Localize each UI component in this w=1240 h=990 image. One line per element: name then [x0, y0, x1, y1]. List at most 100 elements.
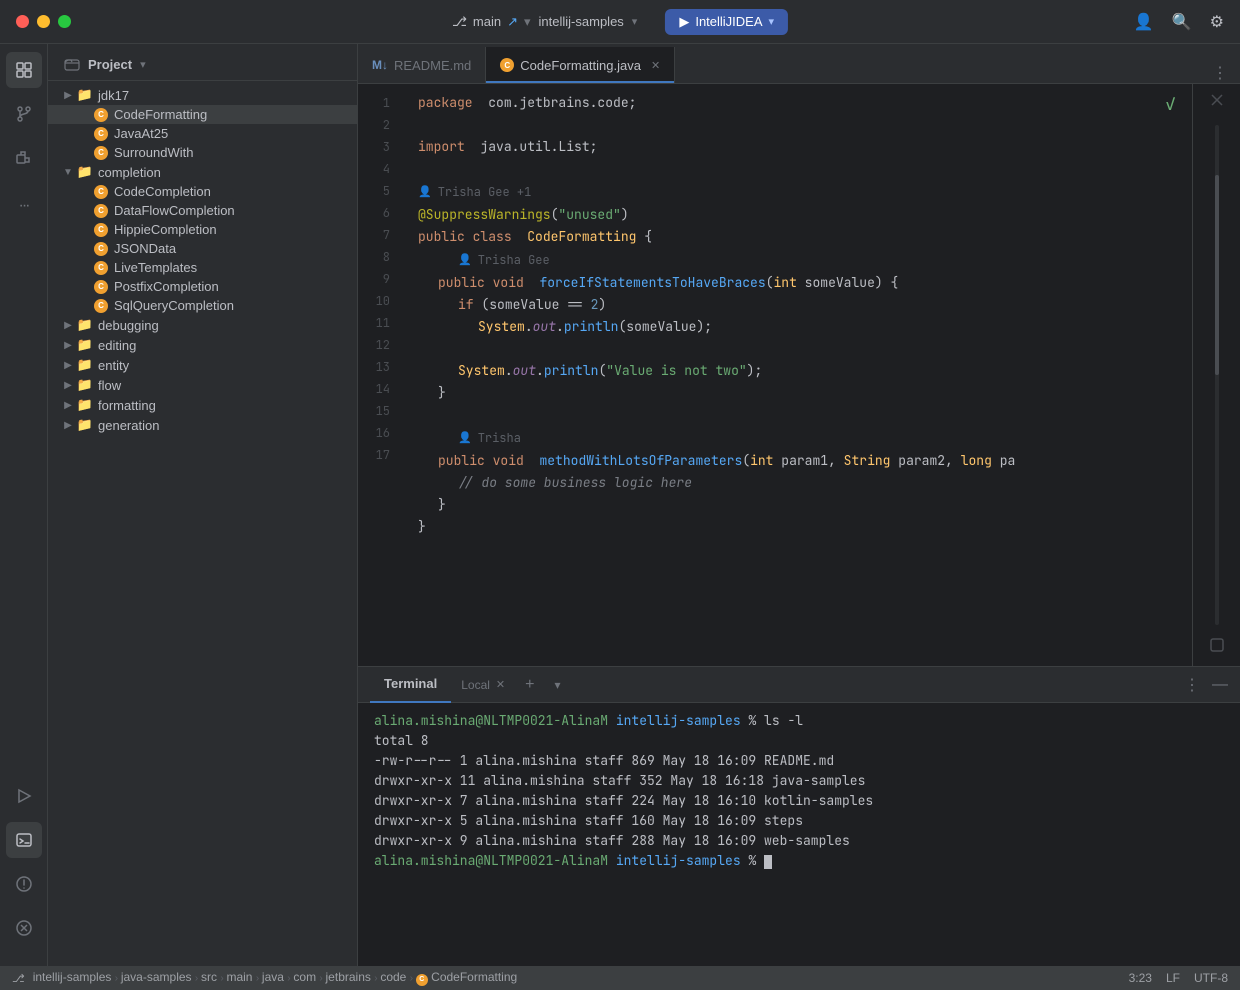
activity-run-icon[interactable] [6, 778, 42, 814]
local-tab-close-icon[interactable]: ✕ [496, 678, 505, 691]
add-user-icon[interactable]: 👤 [1134, 12, 1154, 32]
folder-icon: 📁 [76, 164, 94, 180]
sidebar-item-livetemplates[interactable]: C LiveTemplates [48, 258, 357, 277]
terminal-minimize-icon[interactable]: — [1212, 676, 1228, 694]
terminal-line-7: drwxr-xr-x 9 alina.mishina staff 288 May… [374, 831, 1224, 851]
sidebar-item-editing[interactable]: ▶ 📁 editing [48, 335, 357, 355]
activity-plugins-icon[interactable] [6, 140, 42, 176]
code-line-13 [418, 404, 1180, 426]
maximize-button[interactable] [58, 15, 71, 28]
sidebar-item-formatting[interactable]: ▶ 📁 formatting [48, 395, 357, 415]
java-file-icon: C [92, 108, 110, 122]
activity-terminal-icon[interactable] [6, 822, 42, 858]
status-git-icon: ⎇ [12, 972, 25, 985]
local-tab-label: Local [461, 678, 490, 692]
sidebar-tree: ▶ 📁 jdk17 C CodeFormatting C JavaAt25 C … [48, 81, 357, 966]
sidebar-item-dataflowcompletion[interactable]: C DataFlowCompletion [48, 201, 357, 220]
add-terminal-button[interactable]: + [515, 667, 544, 703]
terminal-line-2: total 8 [374, 731, 1224, 751]
java-file-icon: C [92, 261, 110, 275]
run-button[interactable]: ▶ IntelliJIDEA ▾ [665, 9, 788, 35]
terminal-more-icon[interactable]: ⋮ [1184, 675, 1200, 695]
sidebar-item-label: flow [98, 378, 121, 393]
java-file-icon: C [92, 280, 110, 294]
terminal-line-6: drwxr-xr-x 5 alina.mishina staff 160 May… [374, 811, 1224, 831]
settings-icon[interactable]: ⚙ [1210, 12, 1224, 32]
code-line-8: if (someValue == 2) [418, 294, 1180, 316]
dropdown-arrow-icon: ▾ [554, 678, 560, 692]
editor-column: M↓ README.md C CodeFormatting.java ✕ ⋮ 1… [358, 44, 1240, 966]
sidebar-item-completion[interactable]: ▼ 📁 completion [48, 162, 357, 182]
terminal-session-dropdown[interactable]: ▾ [544, 667, 570, 703]
sidebar-item-codeformatting[interactable]: C CodeFormatting [48, 105, 357, 124]
encoding[interactable]: UTF-8 [1194, 971, 1228, 985]
sidebar-item-label: JSONData [114, 241, 176, 256]
sidebar-item-jdk17[interactable]: ▶ 📁 jdk17 [48, 85, 357, 105]
sidebar-item-entity[interactable]: ▶ 📁 entity [48, 355, 357, 375]
sidebar: Project ▾ ▶ 📁 jdk17 C CodeFormatting C J… [48, 44, 358, 966]
activity-git-icon[interactable] [6, 910, 42, 946]
local-terminal-tab[interactable]: Local ✕ [451, 667, 515, 703]
terminal-tab[interactable]: Terminal [370, 667, 451, 703]
activity-more-icon[interactable]: ··· [6, 188, 42, 224]
line-ending[interactable]: LF [1166, 971, 1180, 985]
sidebar-item-postfixcompletion[interactable]: C PostfixCompletion [48, 277, 357, 296]
gutter-notification-icon[interactable] [1209, 92, 1225, 113]
editor-content[interactable]: 1 2 3 4 5 6 7 8 9 10 11 12 13 14 15 16 1 [358, 84, 1192, 666]
expand-arrow-icon: ▶ [60, 360, 76, 371]
tab-close-icon[interactable]: ✕ [651, 59, 660, 72]
git-branch-icon: ⎇ [452, 14, 467, 30]
terminal-tab-label: Terminal [384, 676, 437, 691]
sidebar-item-jsondata[interactable]: C JSONData [48, 239, 357, 258]
sidebar-item-label: CodeCompletion [114, 184, 211, 199]
line-numbers: 1 2 3 4 5 6 7 8 9 10 11 12 13 14 15 16 1 [358, 84, 406, 666]
terminal-line-5: drwxr-xr-x 7 alina.mishina staff 224 May… [374, 791, 1224, 811]
code-line-9: System.out.println(someValue); [418, 316, 1180, 338]
search-icon[interactable]: 🔍 [1172, 12, 1192, 32]
project-dropdown-icon[interactable]: ▾ [632, 15, 638, 28]
expand-arrow-icon: ▶ [60, 420, 76, 431]
title-right-actions: 👤 🔍 ⚙ [1134, 12, 1224, 32]
sidebar-item-surroundwith[interactable]: C SurroundWith [48, 143, 357, 162]
sidebar-item-generation[interactable]: ▶ 📁 generation [48, 415, 357, 435]
sidebar-item-debugging[interactable]: ▶ 📁 debugging [48, 315, 357, 335]
author-annotation-2: 👤 Trisha Gee [418, 248, 1180, 272]
terminal-line-3: -rw-r--r-- 1 alina.mishina staff 869 May… [374, 751, 1224, 771]
terminal-content[interactable]: alina.mishina@NLTMP0021-AlinaM intellij-… [358, 703, 1240, 966]
activity-vcs-icon[interactable] [6, 96, 42, 132]
sidebar-item-hippiecompletion[interactable]: C HippieCompletion [48, 220, 357, 239]
java-file-icon: C [92, 185, 110, 199]
sidebar-item-javaat25[interactable]: C JavaAt25 [48, 124, 357, 143]
tab-bar-actions[interactable]: ⋮ [1200, 63, 1240, 83]
sidebar-title: Project [88, 57, 132, 72]
terminal-line-1: alina.mishina@NLTMP0021-AlinaM intellij-… [374, 711, 1224, 731]
branch-chevron-icon[interactable]: ▾ [524, 14, 531, 30]
expand-arrow-icon: ▶ [60, 320, 76, 331]
sidebar-item-flow[interactable]: ▶ 📁 flow [48, 375, 357, 395]
close-button[interactable] [16, 15, 29, 28]
folder-icon: 📁 [76, 377, 94, 393]
activity-problems-icon[interactable] [6, 866, 42, 902]
gutter-bottom-icon[interactable] [1209, 637, 1225, 658]
author-annotation-1: 👤 Trisha Gee +1 [418, 180, 1180, 204]
branch-indicator[interactable]: ⎇ main ↗ ▾ [452, 14, 531, 30]
code-line-14: public void methodWithLotsOfParameters(i… [418, 450, 1180, 472]
sidebar-item-label: HippieCompletion [114, 222, 217, 237]
sidebar-dropdown-icon[interactable]: ▾ [140, 58, 146, 71]
terminal-line-8: alina.mishina@NLTMP0021-AlinaM intellij-… [374, 851, 1224, 871]
code-line-12: } [418, 382, 1180, 404]
cursor-position[interactable]: 3:23 [1129, 971, 1152, 985]
tab-codeformatting[interactable]: C CodeFormatting.java ✕ [486, 47, 675, 83]
sidebar-item-codecompletion[interactable]: C CodeCompletion [48, 182, 357, 201]
status-bar: ⎇ intellij-samples › java-samples › src … [0, 966, 1240, 990]
code-editor[interactable]: ✓ package com.jetbrains.code; import jav… [406, 84, 1192, 666]
terminal-actions[interactable]: ⋮ — [1184, 675, 1228, 695]
markdown-file-icon: M↓ [372, 58, 388, 72]
tab-readme[interactable]: M↓ README.md [358, 47, 486, 83]
sidebar-folder-icon [64, 56, 80, 72]
run-dropdown-icon[interactable]: ▾ [769, 15, 775, 28]
activity-project-icon[interactable] [6, 52, 42, 88]
breadcrumb[interactable]: intellij-samples › java-samples › src › … [33, 970, 518, 986]
sidebar-item-sqlquerycompletion[interactable]: C SqlQueryCompletion [48, 296, 357, 315]
minimize-button[interactable] [37, 15, 50, 28]
